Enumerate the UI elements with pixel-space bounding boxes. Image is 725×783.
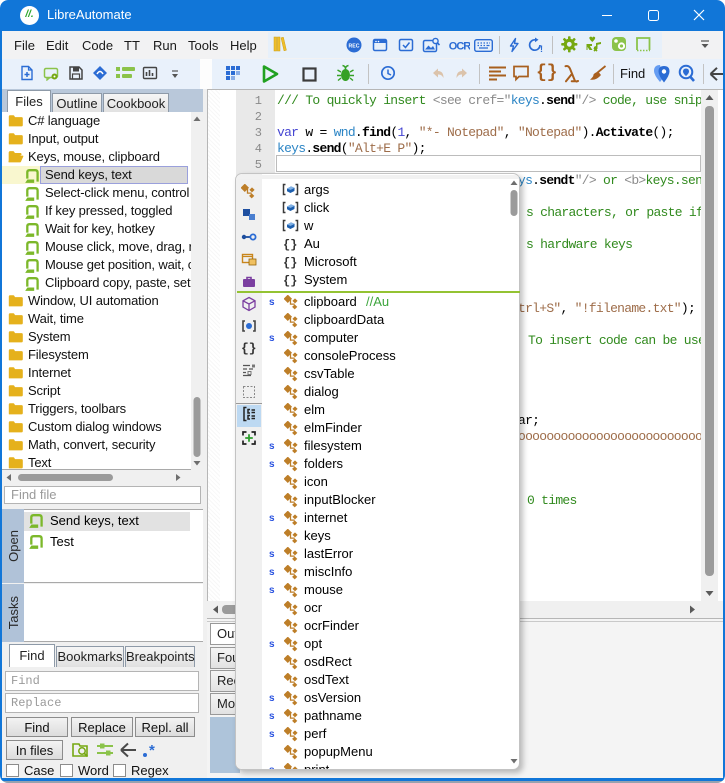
svg-text:*: *: [149, 742, 155, 759]
svg-text:OCR: OCR: [449, 41, 470, 53]
svg-text:REC: REC: [349, 44, 360, 50]
svg-text:!: !: [540, 44, 543, 53]
